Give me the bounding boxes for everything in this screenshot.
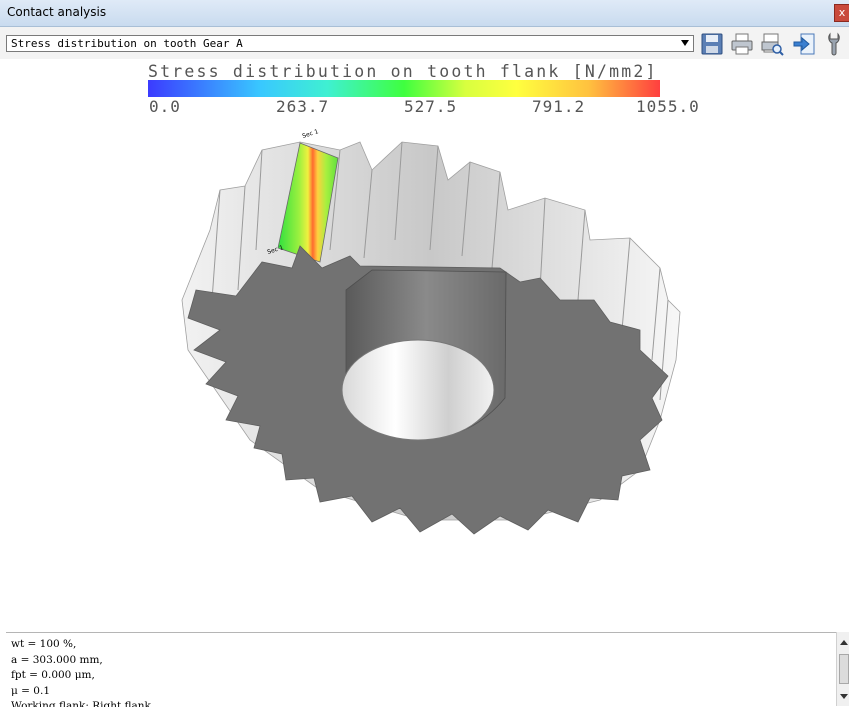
gear-bore	[341, 339, 495, 441]
scroll-down-icon[interactable]	[840, 694, 848, 699]
flank-label-top: Sec 1	[301, 128, 319, 140]
info-line: fpt = 0.000 μm,	[11, 669, 95, 681]
info-line: a = 303.000 mm,	[11, 653, 103, 666]
gear-3d-model[interactable]: Sec 1 Sec 1	[0, 0, 849, 706]
info-panel: wt = 100 %, a = 303.000 mm, fpt = 0.000 …	[6, 632, 836, 707]
scroll-up-icon[interactable]	[840, 640, 848, 645]
scroll-thumb[interactable]	[839, 654, 849, 684]
info-scrollbar[interactable]	[836, 632, 849, 706]
info-line: wt = 100 %,	[11, 638, 77, 650]
info-line: μ = 0.1	[11, 684, 50, 697]
